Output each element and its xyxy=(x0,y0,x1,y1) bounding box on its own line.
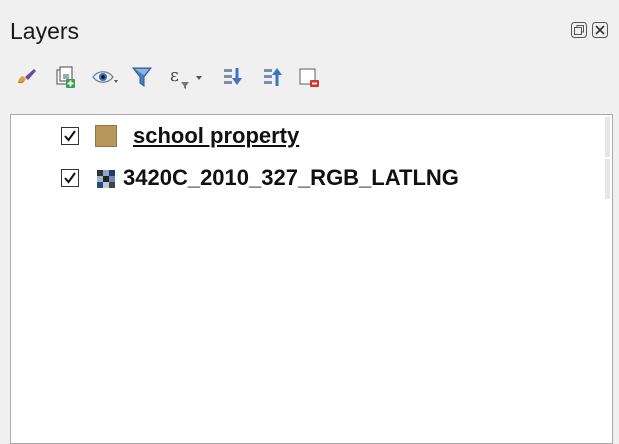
layers-panel: Layers ε school property 3420C_2010_327_… xyxy=(0,0,619,444)
layer-tree[interactable]: school property 3420C_2010_327_RGB_LATLN… xyxy=(10,114,613,444)
svg-text:ε: ε xyxy=(170,66,179,86)
scrollbar[interactable] xyxy=(605,117,610,157)
filter-expression-icon[interactable]: ε xyxy=(168,64,212,90)
style-brush-icon[interactable] xyxy=(14,64,40,90)
layer-name[interactable]: school property xyxy=(133,123,299,149)
manage-visibility-icon[interactable] xyxy=(90,64,118,90)
layer-visibility-checkbox[interactable] xyxy=(61,169,79,187)
raster-layer-icon xyxy=(97,170,115,188)
add-group-icon[interactable] xyxy=(52,64,78,90)
filter-legend-icon[interactable] xyxy=(130,64,156,90)
layers-toolbar: ε xyxy=(14,56,614,98)
polygon-layer-symbol-icon xyxy=(95,125,117,147)
layer-visibility-checkbox[interactable] xyxy=(61,127,79,145)
collapse-all-icon[interactable] xyxy=(260,64,286,90)
panel-titlebar: Layers xyxy=(10,18,610,50)
panel-title: Layers xyxy=(10,18,80,44)
close-icon[interactable] xyxy=(592,22,608,38)
expand-all-icon[interactable] xyxy=(220,64,246,90)
layer-row[interactable]: 3420C_2010_327_RGB_LATLNG xyxy=(11,159,604,199)
undock-icon[interactable] xyxy=(571,22,587,38)
layer-name[interactable]: 3420C_2010_327_RGB_LATLNG xyxy=(123,165,459,191)
scrollbar[interactable] xyxy=(605,159,610,199)
layer-row[interactable]: school property xyxy=(11,117,604,157)
remove-layer-icon[interactable] xyxy=(296,64,322,90)
